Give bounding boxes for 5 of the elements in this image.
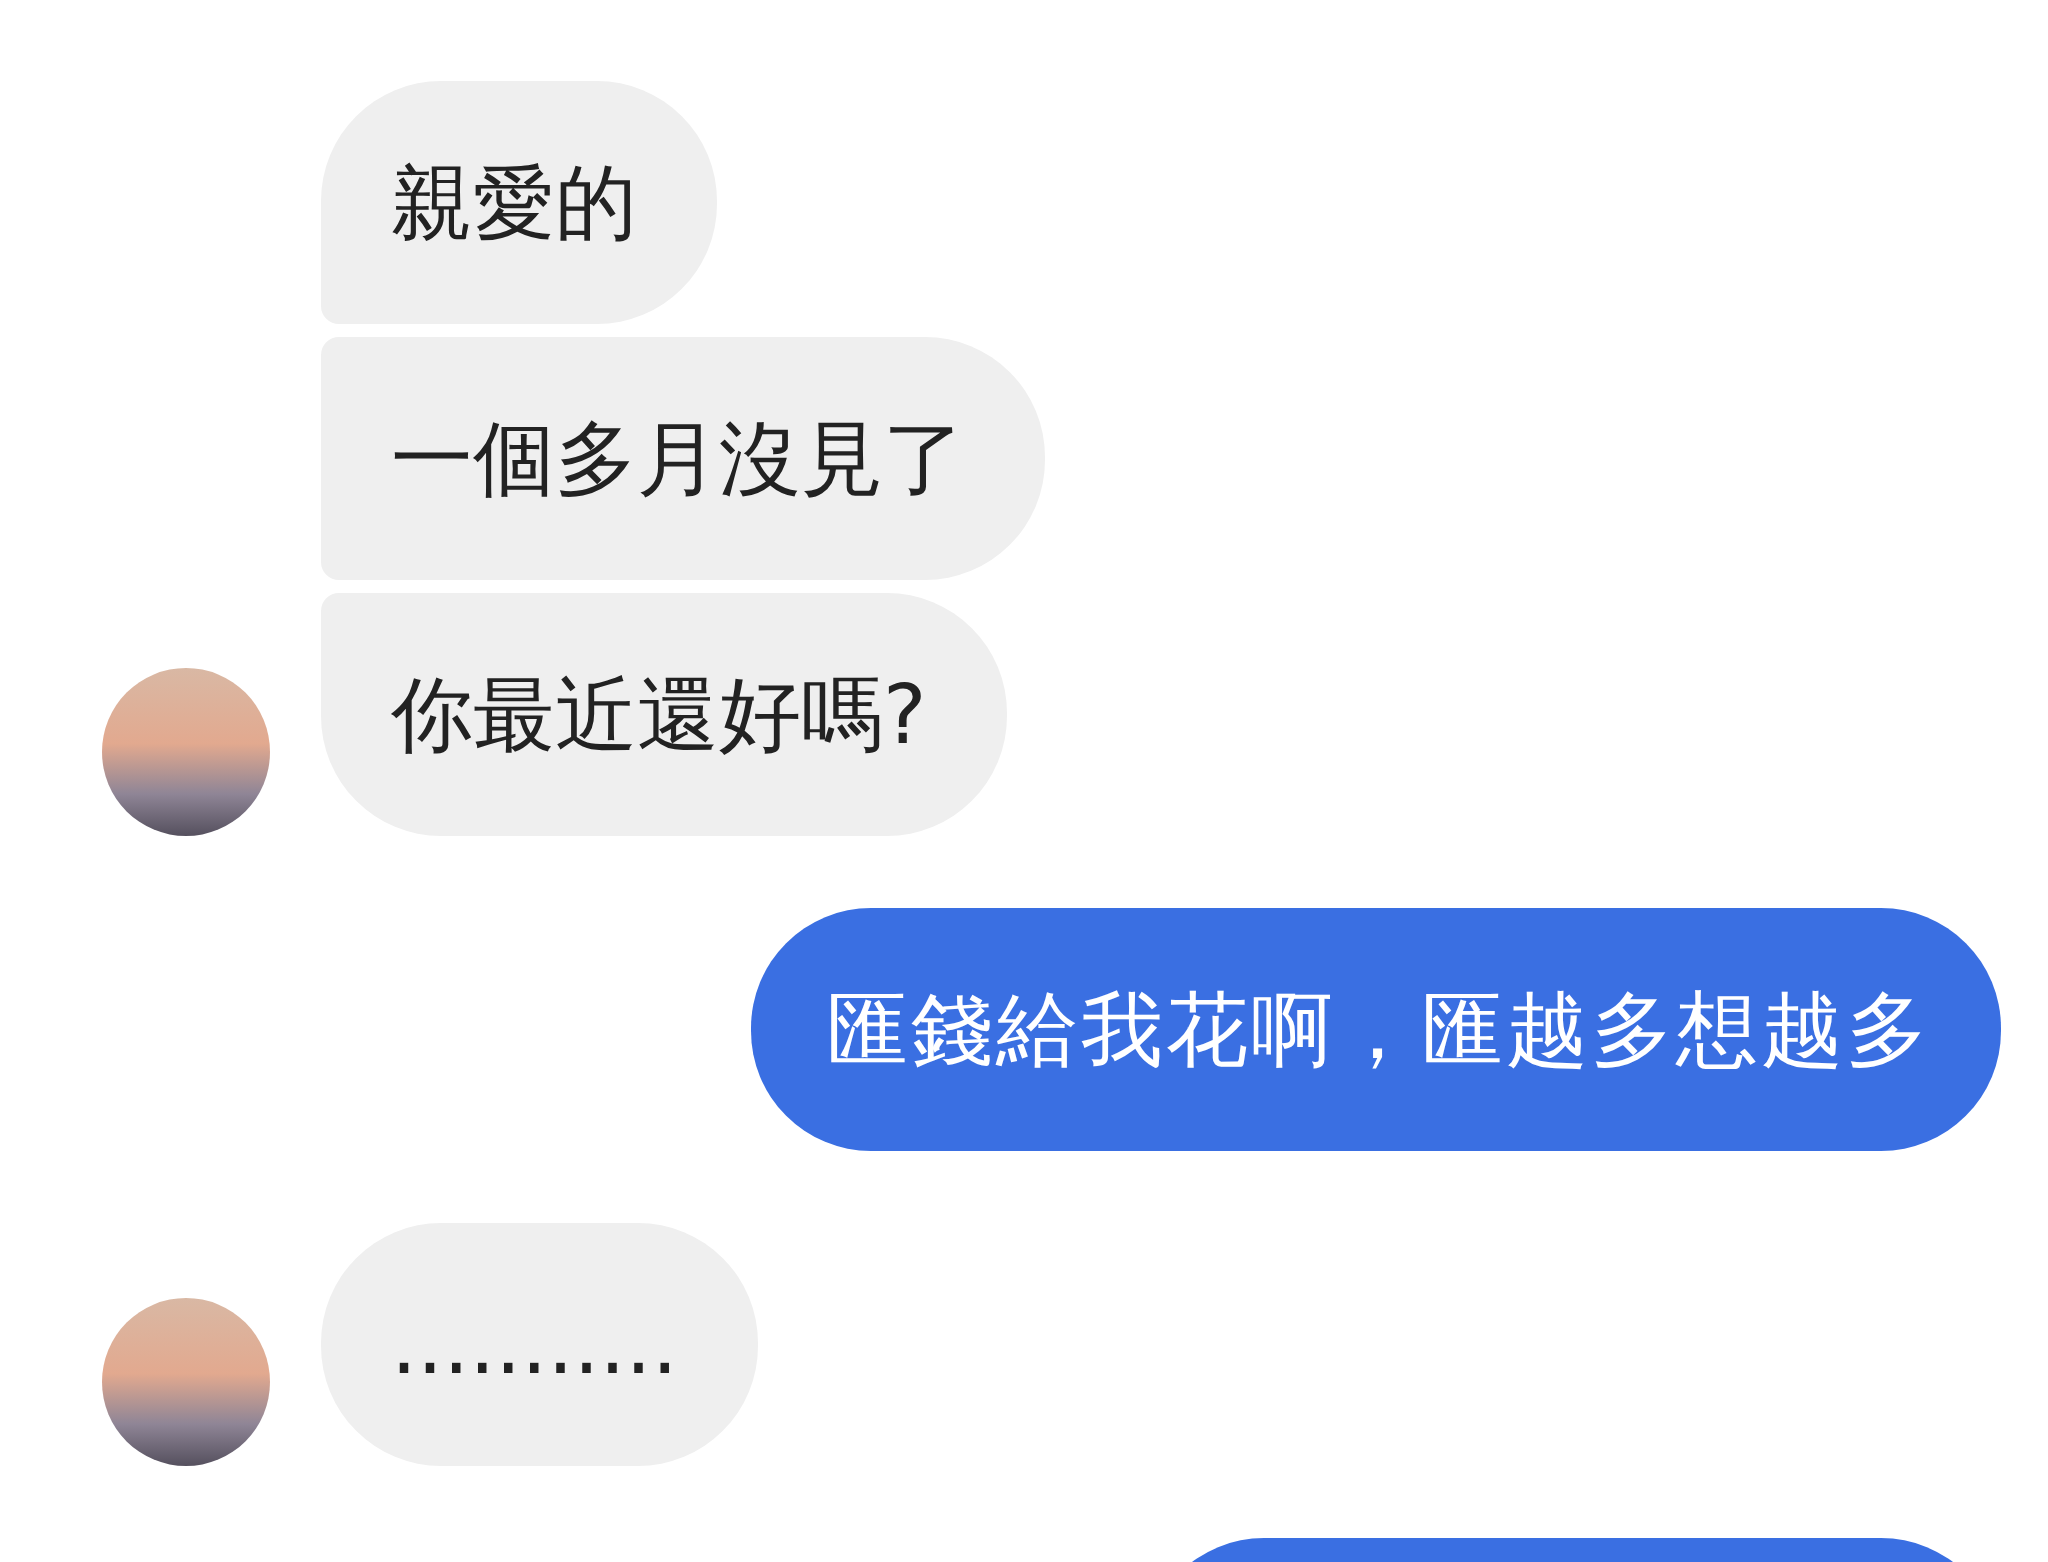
message-bubble: 一個多月沒見了 — [321, 337, 1045, 580]
message-bubble: 匯錢給我花啊，匯越多想越多 — [751, 908, 2001, 1151]
message-bubble: 親愛的 — [321, 81, 717, 324]
message-bubble: ........... — [321, 1223, 758, 1466]
message-bubble: 你最近還好嗎? — [321, 593, 1007, 836]
